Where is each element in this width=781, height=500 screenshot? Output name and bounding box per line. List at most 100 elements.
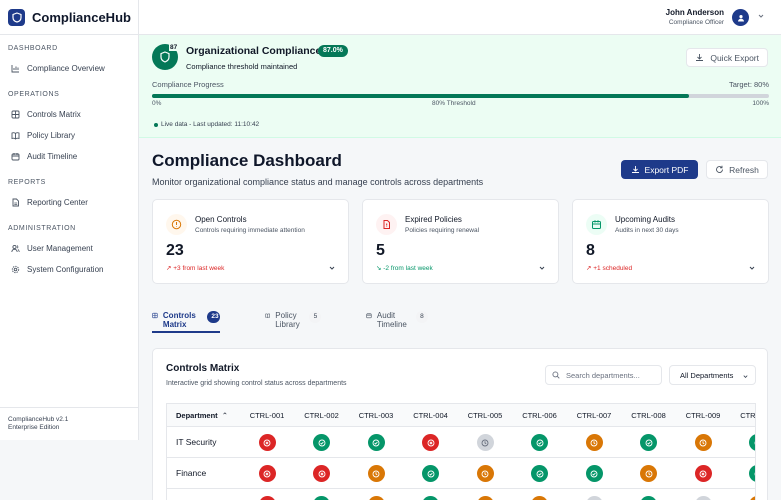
control-status-pending[interactable] [585,434,603,451]
control-status-pass[interactable] [749,434,755,451]
control-status-fail[interactable] [422,434,439,451]
column-header-ctrl-001[interactable]: CTRL-001 [242,411,292,420]
sidebar-item-reporting-center[interactable]: Reporting Center [0,192,138,213]
sidebar-item-label: Reporting Center [27,198,88,207]
metric-card-expired-policies[interactable]: Expired Policies Policies requiring rene… [362,199,559,284]
control-status-pass[interactable] [640,434,657,451]
chevron-down-icon[interactable] [757,12,765,20]
control-status-pending[interactable] [531,496,548,500]
column-header-ctrl-008[interactable]: CTRL-008 [624,411,674,420]
refresh-label: Refresh [729,164,759,175]
column-header-ctrl-004[interactable]: CTRL-004 [406,411,456,420]
control-status-pending[interactable] [694,434,712,451]
top-header: John Anderson Compliance Officer [139,0,781,35]
clock-icon [481,439,489,446]
compliance-score: 87 [169,44,179,51]
department-column-header[interactable]: Department ⌃ [176,411,228,420]
control-status-fail[interactable] [258,496,276,500]
x-circle-icon [318,470,325,477]
sidebar-item-system-configuration[interactable]: System Configuration [0,259,138,280]
control-status-fail[interactable] [694,465,712,482]
tab-label: Audit Timeline [376,311,407,329]
column-header-ctrl-006[interactable]: CTRL-006 [515,411,565,420]
book-icon [265,313,270,318]
x-circle-icon [263,439,271,446]
card-value: 8 [586,242,595,259]
control-status-pass[interactable] [531,465,548,482]
control-status-pending[interactable] [476,496,494,500]
check-circle-icon [318,439,325,446]
control-status-pass[interactable] [749,465,755,482]
sidebar-item-label: Controls Matrix [27,110,81,119]
column-header-ctrl-003[interactable]: CTRL-003 [351,411,401,420]
chevron-down-icon[interactable] [748,264,756,272]
column-header-ctrl-002[interactable]: CTRL-002 [297,411,347,420]
control-status-pending[interactable] [749,496,755,500]
control-status-pending[interactable] [367,465,385,482]
metric-card-upcoming-audits[interactable]: Upcoming Audits Audits in next 30 days 8… [572,199,769,284]
check-circle-icon [427,470,434,477]
column-header-ctrl-010[interactable]: CTRL-010 [733,411,755,420]
tab-count-badge: 23 [207,311,221,323]
search-input[interactable] [566,370,661,380]
export-pdf-label: Export PDF [644,164,689,175]
avatar[interactable] [732,9,749,26]
calendar-icon [366,313,372,319]
x-circle-icon [263,470,271,477]
control-status-pass[interactable] [313,434,330,451]
refresh-button[interactable]: Refresh [706,160,768,179]
control-status-pass[interactable] [531,434,548,451]
quick-export-button[interactable]: Quick Export [686,48,768,67]
document-icon [12,198,19,207]
control-status-pending[interactable] [367,496,385,500]
tab-policy-library[interactable]: Policy Library 5 [265,307,322,333]
brand[interactable]: ComplianceHub [0,0,138,35]
progress-min: 0% [152,100,162,107]
sidebar-item-user-management[interactable]: User Management [0,238,138,259]
control-status-pending[interactable] [640,465,657,482]
metric-card-open-controls[interactable]: Open Controls Controls requiring immedia… [152,199,349,284]
control-status-pass[interactable] [422,496,439,500]
card-value: 5 [376,242,385,259]
control-status-pass[interactable] [640,496,657,500]
export-pdf-button[interactable]: Export PDF [621,160,698,179]
clock-icon [481,470,489,477]
tab-audit-timeline[interactable]: Audit Timeline 8 [366,307,428,333]
users-icon [11,244,20,253]
grid-icon [11,110,20,119]
sidebar-item-controls-matrix[interactable]: Controls Matrix [0,104,138,125]
tab-controls-matrix[interactable]: Controls Matrix 23 [152,307,221,333]
column-header-ctrl-005[interactable]: CTRL-005 [460,411,510,420]
control-status-na[interactable] [585,496,603,500]
column-header-ctrl-009[interactable]: CTRL-009 [678,411,728,420]
control-status-pass[interactable] [313,496,330,500]
chevron-down-icon[interactable] [328,264,336,272]
control-status-na[interactable] [694,496,712,500]
sidebar-item-compliance-overview[interactable]: Compliance Overview [0,58,138,79]
department-filter-select[interactable]: All Departments [669,365,756,385]
department-search[interactable] [545,365,662,385]
calendar-icon [586,214,607,235]
control-status-fail[interactable] [258,465,276,482]
control-status-fail[interactable] [313,465,330,482]
sidebar-item-audit-timeline[interactable]: Audit Timeline [0,146,138,167]
control-status-pass[interactable] [422,465,439,482]
sidebar-item-policy-library[interactable]: Policy Library [0,125,138,146]
panel-title: Controls Matrix [166,363,240,374]
control-status-fail[interactable] [258,434,276,451]
column-header-ctrl-007[interactable]: CTRL-007 [569,411,619,420]
calendar-icon [11,153,20,161]
compliance-status-banner: 87 Organizational Compliance 87.0% Compl… [139,35,781,138]
sidebar: ComplianceHub DASHBOARD Compliance Overv… [0,0,139,440]
check-circle-icon [590,470,598,477]
sidebar-item-label: Compliance Overview [27,64,105,73]
control-status-pass[interactable] [367,434,385,451]
chevron-down-icon[interactable] [538,264,546,272]
progress-max: 100% [752,100,769,107]
control-status-pass[interactable] [585,465,603,482]
user-role: Compliance Officer [668,19,724,26]
user-info: John Anderson Compliance Officer [666,8,724,26]
control-status-na[interactable] [476,434,494,451]
control-status-pending[interactable] [476,465,494,482]
clock-icon [590,439,598,446]
